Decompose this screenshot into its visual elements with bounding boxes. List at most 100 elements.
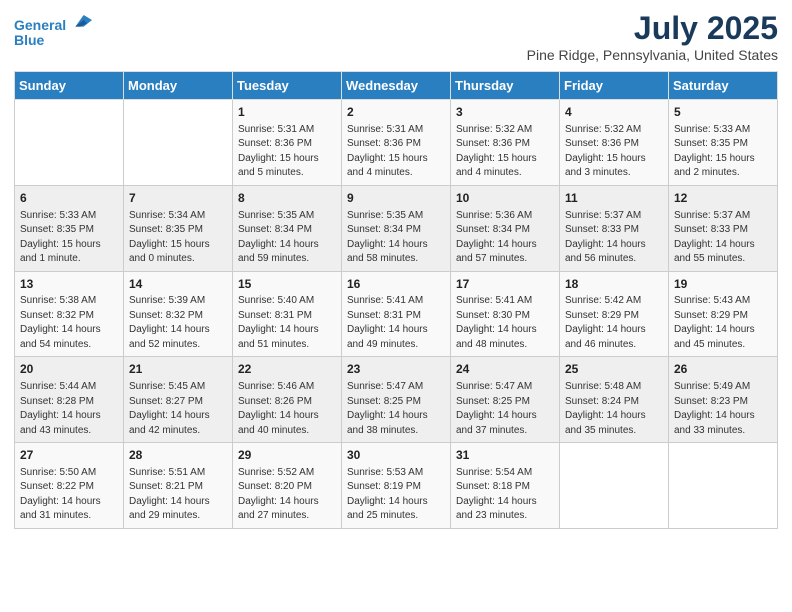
day-number: 9 — [347, 190, 445, 207]
calendar-cell — [560, 443, 669, 529]
calendar-cell: 10Sunrise: 5:36 AM Sunset: 8:34 PM Dayli… — [451, 185, 560, 271]
day-info: Sunrise: 5:37 AM Sunset: 8:33 PM Dayligh… — [565, 209, 663, 267]
day-info: Sunrise: 5:49 AM Sunset: 8:23 PM Dayligh… — [674, 380, 772, 438]
calendar-cell: 11 Sunrise: 5:37 AM Sunset: 8:33 PM Dayli… — [560, 185, 669, 271]
day-number: 23 — [347, 361, 445, 378]
col-monday: Monday — [124, 72, 233, 100]
calendar-cell — [669, 443, 778, 529]
day-number: 4 — [565, 104, 663, 121]
col-sunday: Sunday — [15, 72, 124, 100]
day-info: Sunrise: 5:31 AM Sunset: 8:36 PM Dayligh… — [347, 123, 445, 181]
day-info: Sunrise: 5:53 AM Sunset: 8:19 PM Dayligh… — [347, 466, 445, 524]
logo-icon — [72, 10, 92, 30]
calendar-cell: 26 Sunrise: 5:49 AM Sunset: 8:23 PM Dayli… — [669, 357, 778, 443]
day-number: 17 — [456, 276, 554, 293]
day-info: Sunrise: 5:40 AM Sunset: 8:31 PM Dayligh… — [238, 294, 336, 352]
calendar-cell: 4Sunrise: 5:32 AM Sunset: 8:36 PM Daylig… — [560, 100, 669, 186]
day-info: Sunrise: 5:54 AM Sunset: 8:18 PM Dayligh… — [456, 466, 554, 524]
day-number: 29 — [238, 447, 336, 464]
day-info: Sunrise: 5:47 AM Sunset: 8:25 PM Dayligh… — [347, 380, 445, 438]
logo-line1: General — [14, 17, 66, 33]
day-number: 2 — [347, 104, 445, 121]
day-number: 31 — [456, 447, 554, 464]
calendar-week-2: 6Sunrise: 5:33 AM Sunset: 8:35 PM Daylig… — [15, 185, 778, 271]
day-number: 11 — [565, 190, 663, 207]
day-info: Sunrise: 5:42 AM Sunset: 8:29 PM Dayligh… — [565, 294, 663, 352]
calendar-cell: 2 Sunrise: 5:31 AM Sunset: 8:36 PM Daylig… — [342, 100, 451, 186]
page: General Blue July 2025 Pine Ridge, Penns… — [0, 0, 792, 612]
day-info: Sunrise: 5:45 AM Sunset: 8:27 PM Dayligh… — [129, 380, 227, 438]
calendar-cell: 14Sunrise: 5:39 AM Sunset: 8:32 PM Dayli… — [124, 271, 233, 357]
day-info: Sunrise: 5:31 AM Sunset: 8:36 PM Dayligh… — [238, 123, 336, 181]
calendar-cell: 13Sunrise: 5:38 AM Sunset: 8:32 PM Dayli… — [15, 271, 124, 357]
calendar-cell: 19Sunrise: 5:43 AM Sunset: 8:29 PM Dayli… — [669, 271, 778, 357]
day-number: 24 — [456, 361, 554, 378]
day-number: 14 — [129, 276, 227, 293]
day-number: 3 — [456, 104, 554, 121]
calendar-cell: 29 Sunrise: 5:52 AM Sunset: 8:20 PM Dayli… — [233, 443, 342, 529]
calendar-header-row: Sunday Monday Tuesday Wednesday Thursday… — [15, 72, 778, 100]
calendar-cell: 12Sunrise: 5:37 AM Sunset: 8:33 PM Dayli… — [669, 185, 778, 271]
col-saturday: Saturday — [669, 72, 778, 100]
col-tuesday: Tuesday — [233, 72, 342, 100]
calendar-cell: 30Sunrise: 5:53 AM Sunset: 8:19 PM Dayli… — [342, 443, 451, 529]
day-info: Sunrise: 5:41 AM Sunset: 8:31 PM Dayligh… — [347, 294, 445, 352]
calendar-week-5: 27Sunrise: 5:50 AM Sunset: 8:22 PM Dayli… — [15, 443, 778, 529]
calendar-week-1: 1 Sunrise: 5:31 AM Sunset: 8:36 PM Daylig… — [15, 100, 778, 186]
day-number: 26 — [674, 361, 772, 378]
day-info: Sunrise: 5:35 AM Sunset: 8:34 PM Dayligh… — [347, 209, 445, 267]
logo-text: General — [14, 10, 92, 33]
day-number: 25 — [565, 361, 663, 378]
calendar-cell: 23 Sunrise: 5:47 AM Sunset: 8:25 PM Dayli… — [342, 357, 451, 443]
day-number: 15 — [238, 276, 336, 293]
logo-line2: Blue — [14, 33, 92, 48]
calendar-cell: 16Sunrise: 5:41 AM Sunset: 8:31 PM Dayli… — [342, 271, 451, 357]
calendar-cell: 18Sunrise: 5:42 AM Sunset: 8:29 PM Dayli… — [560, 271, 669, 357]
day-number: 19 — [674, 276, 772, 293]
calendar-cell — [124, 100, 233, 186]
calendar-cell: 7Sunrise: 5:34 AM Sunset: 8:35 PM Daylig… — [124, 185, 233, 271]
calendar-cell: 22Sunrise: 5:46 AM Sunset: 8:26 PM Dayli… — [233, 357, 342, 443]
col-thursday: Thursday — [451, 72, 560, 100]
day-info: Sunrise: 5:52 AM Sunset: 8:20 PM Dayligh… — [238, 466, 336, 524]
day-info: Sunrise: 5:35 AM Sunset: 8:34 PM Dayligh… — [238, 209, 336, 267]
day-number: 20 — [20, 361, 118, 378]
header: General Blue July 2025 Pine Ridge, Penns… — [14, 10, 778, 63]
day-info: Sunrise: 5:43 AM Sunset: 8:29 PM Dayligh… — [674, 294, 772, 352]
day-info: Sunrise: 5:44 AM Sunset: 8:28 PM Dayligh… — [20, 380, 118, 438]
calendar-cell: 28Sunrise: 5:51 AM Sunset: 8:21 PM Dayli… — [124, 443, 233, 529]
calendar-cell: 20 Sunrise: 5:44 AM Sunset: 8:28 PM Dayli… — [15, 357, 124, 443]
day-number: 27 — [20, 447, 118, 464]
day-number: 5 — [674, 104, 772, 121]
calendar-cell: 27Sunrise: 5:50 AM Sunset: 8:22 PM Dayli… — [15, 443, 124, 529]
logo: General Blue — [14, 10, 92, 49]
day-info: Sunrise: 5:47 AM Sunset: 8:25 PM Dayligh… — [456, 380, 554, 438]
day-number: 1 — [238, 104, 336, 121]
day-number: 7 — [129, 190, 227, 207]
day-number: 12 — [674, 190, 772, 207]
calendar-table: Sunday Monday Tuesday Wednesday Thursday… — [14, 71, 778, 529]
calendar-week-3: 13Sunrise: 5:38 AM Sunset: 8:32 PM Dayli… — [15, 271, 778, 357]
main-title: July 2025 — [527, 10, 778, 47]
day-info: Sunrise: 5:32 AM Sunset: 8:36 PM Dayligh… — [456, 123, 554, 181]
calendar-cell: 15Sunrise: 5:40 AM Sunset: 8:31 PM Dayli… — [233, 271, 342, 357]
calendar-cell: 5 Sunrise: 5:33 AM Sunset: 8:35 PM Daylig… — [669, 100, 778, 186]
day-info: Sunrise: 5:51 AM Sunset: 8:21 PM Dayligh… — [129, 466, 227, 524]
day-info: Sunrise: 5:33 AM Sunset: 8:35 PM Dayligh… — [674, 123, 772, 181]
calendar-cell: 21Sunrise: 5:45 AM Sunset: 8:27 PM Dayli… — [124, 357, 233, 443]
day-info: Sunrise: 5:38 AM Sunset: 8:32 PM Dayligh… — [20, 294, 118, 352]
day-number: 6 — [20, 190, 118, 207]
day-number: 18 — [565, 276, 663, 293]
calendar-cell: 6Sunrise: 5:33 AM Sunset: 8:35 PM Daylig… — [15, 185, 124, 271]
day-info: Sunrise: 5:39 AM Sunset: 8:32 PM Dayligh… — [129, 294, 227, 352]
day-info: Sunrise: 5:41 AM Sunset: 8:30 PM Dayligh… — [456, 294, 554, 352]
calendar-cell: 24 Sunrise: 5:47 AM Sunset: 8:25 PM Dayli… — [451, 357, 560, 443]
day-number: 13 — [20, 276, 118, 293]
col-friday: Friday — [560, 72, 669, 100]
day-number: 8 — [238, 190, 336, 207]
calendar-cell: 9 Sunrise: 5:35 AM Sunset: 8:34 PM Daylig… — [342, 185, 451, 271]
day-number: 10 — [456, 190, 554, 207]
day-number: 22 — [238, 361, 336, 378]
col-wednesday: Wednesday — [342, 72, 451, 100]
subtitle: Pine Ridge, Pennsylvania, United States — [527, 47, 778, 63]
